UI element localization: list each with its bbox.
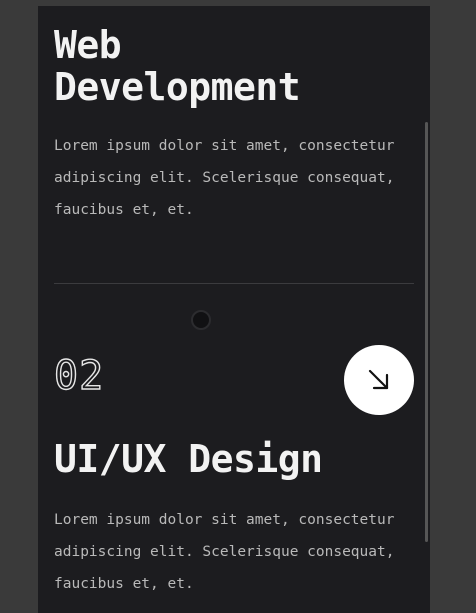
section-divider (54, 283, 414, 284)
service-description-ui-ux-design: Lorem ipsum dolor sit amet, consectetur … (54, 512, 395, 592)
scrollbar[interactable] (425, 122, 428, 542)
service-title-web-development: Web Development (54, 23, 301, 109)
arrow-down-right-icon (368, 369, 389, 390)
service-title-ui-ux-design: UI/UX Design (54, 437, 323, 481)
service-number: 02 (53, 352, 105, 399)
service-description-web-development: Lorem ipsum dolor sit amet, consectetur … (54, 138, 395, 218)
service-arrow-button[interactable] (344, 345, 414, 415)
services-panel: Web Development Lorem ipsum dolor sit am… (38, 6, 430, 613)
cursor-dot (191, 310, 211, 330)
